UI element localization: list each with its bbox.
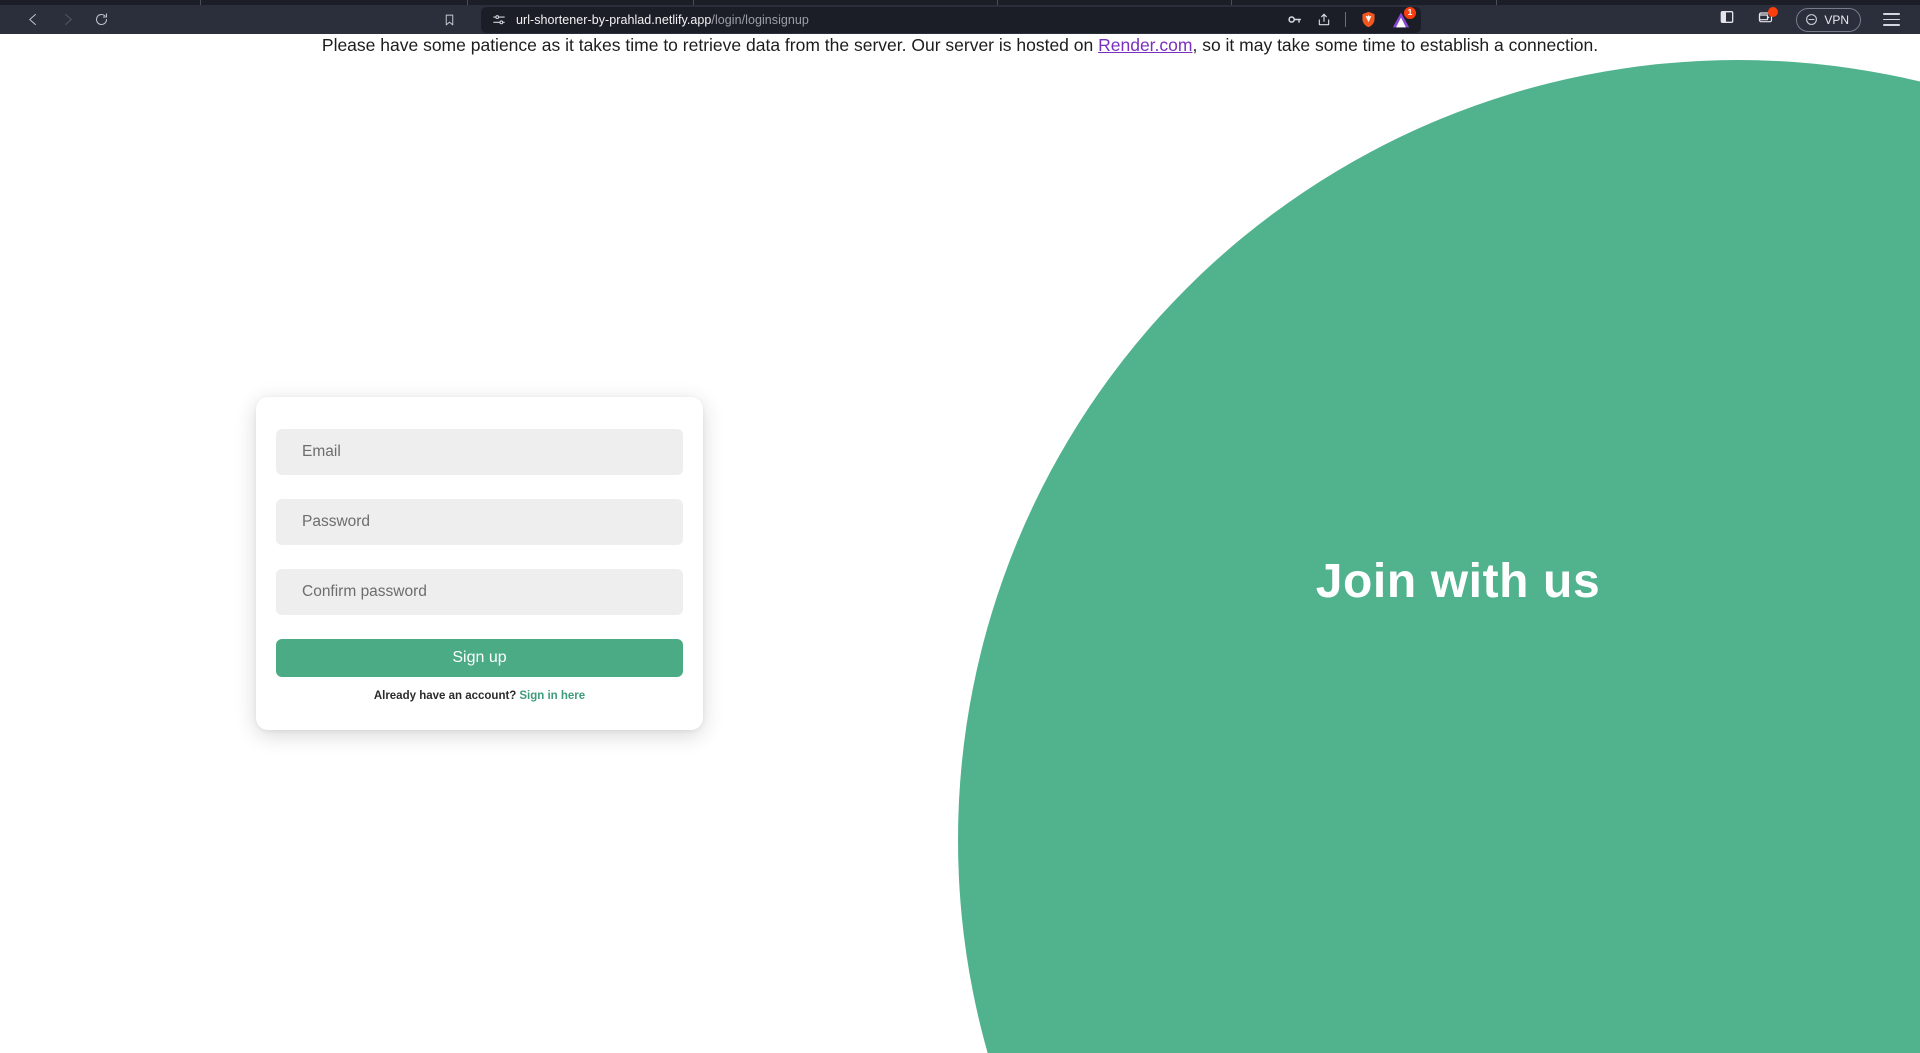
site-settings-icon[interactable] [491, 12, 507, 28]
url-domain: url-shortener-by-prahlad.netlify.app [516, 12, 712, 27]
address-bar-actions: 1 [1286, 6, 1416, 30]
forward-arrow-icon [56, 9, 78, 31]
browser-right-actions: VPN [1719, 7, 1906, 32]
sidebar-panel-icon[interactable] [1719, 9, 1735, 30]
wallet-badge [1768, 7, 1779, 17]
signin-prompt: Already have an account? Sign in here [276, 690, 683, 702]
sign-up-button[interactable]: Sign up [276, 639, 683, 677]
share-icon[interactable] [1316, 10, 1332, 30]
email-field[interactable] [276, 429, 683, 475]
password-key-icon[interactable] [1286, 10, 1303, 30]
browser-toolbar: url-shortener-by-prahlad.netlify.app/log… [0, 5, 1920, 34]
browser-menu-icon[interactable] [1883, 13, 1900, 26]
vpn-status-icon [1806, 14, 1818, 25]
signup-card: Sign up Already have an account?Sign in … [256, 397, 703, 730]
page-content: Please have some patience as it takes ti… [0, 34, 1920, 1053]
wallet-icon[interactable] [1757, 7, 1779, 30]
url-path: /login/loginsignup [711, 12, 809, 27]
extension-badge: 1 [1404, 6, 1416, 19]
navigation-buttons [22, 9, 112, 31]
notice-suffix: , so it may take some time to establish … [1192, 35, 1599, 55]
extension-triangle-icon[interactable]: 1 [1391, 6, 1416, 30]
sign-in-here-link[interactable]: Sign in here [519, 690, 585, 702]
address-bar[interactable]: url-shortener-by-prahlad.netlify.app/log… [481, 6, 1421, 33]
notice-prefix: Please have some patience as it takes ti… [321, 35, 1099, 55]
brave-shields-icon[interactable] [1359, 10, 1378, 30]
back-arrow-icon[interactable] [22, 9, 44, 31]
password-field[interactable] [276, 499, 683, 545]
vpn-label: VPN [1824, 12, 1849, 27]
browser-chrome: url-shortener-by-prahlad.netlify.app/log… [0, 0, 1920, 34]
confirm-password-field[interactable] [276, 569, 683, 615]
url-text: url-shortener-by-prahlad.netlify.app/log… [516, 13, 809, 27]
reload-icon[interactable] [90, 9, 112, 31]
signin-prompt-text: Already have an account? [373, 690, 517, 702]
bookmark-icon[interactable] [438, 9, 460, 31]
vpn-button[interactable]: VPN [1796, 7, 1861, 32]
render-link[interactable]: Render.com [1098, 35, 1192, 55]
toolbar-divider [1345, 12, 1346, 27]
hero-title: Join with us [1315, 555, 1601, 608]
server-notice: Please have some patience as it takes ti… [0, 34, 1920, 58]
